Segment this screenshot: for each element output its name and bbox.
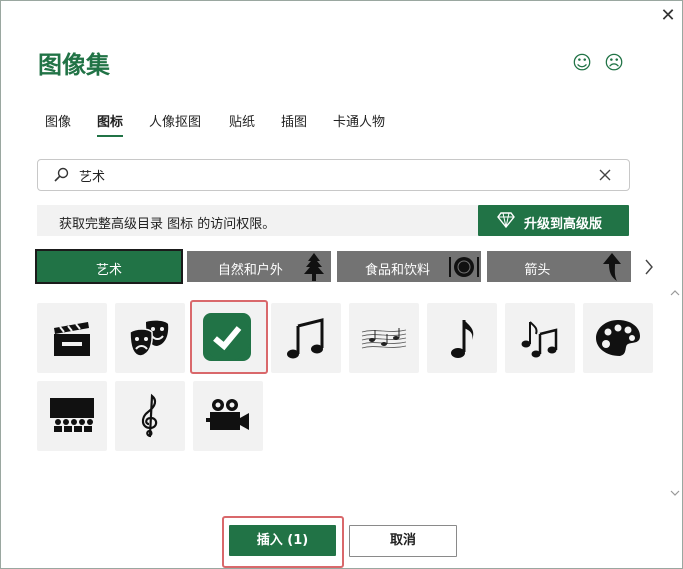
category-art[interactable]: 艺术 [35, 249, 183, 284]
tab-illustrations[interactable]: 插图 [281, 111, 307, 130]
search-input[interactable]: 艺术 [79, 166, 105, 185]
upgrade-label: 升级到高级版 [524, 217, 603, 232]
icon-tile[interactable] [193, 381, 263, 451]
plate-icon [449, 257, 479, 277]
category-label: 箭头 [524, 263, 551, 278]
dialog-title: 图像集 [38, 51, 110, 79]
eighth-note-icon [451, 320, 474, 358]
tab-stickers[interactable]: 贴纸 [229, 111, 255, 130]
cancel-button[interactable]: 取消 [349, 525, 457, 557]
category-food-drink[interactable]: 食品和饮料 [337, 251, 481, 282]
treble-clef-icon [141, 393, 158, 438]
icon-tile[interactable] [115, 381, 185, 451]
theater-audience-icon [50, 398, 94, 432]
category-nature-outdoors[interactable]: 自然和户外 [187, 251, 331, 282]
music-notes-small-icon [521, 321, 558, 358]
upgrade-button[interactable]: 升级到高级版 [478, 205, 629, 236]
insert-button[interactable]: 插入 (1) [229, 525, 336, 556]
sheet-music-icon [361, 328, 407, 349]
close-icon[interactable]: ✕ [658, 6, 678, 26]
icon-tile[interactable] [115, 303, 185, 373]
icon-tile[interactable] [349, 303, 419, 373]
search-box[interactable]: 艺术 [37, 159, 630, 191]
tree-icon [304, 253, 324, 281]
smile-icon[interactable]: ☺ [572, 53, 592, 73]
search-icon [54, 167, 69, 182]
movie-camera-icon [206, 399, 249, 430]
category-label: 艺术 [95, 263, 122, 278]
category-label: 食品和饮料 [364, 263, 430, 278]
icon-tile[interactable] [583, 303, 653, 373]
icon-tile[interactable] [37, 381, 107, 451]
tab-images[interactable]: 图像 [45, 111, 71, 130]
music-notes-icon [287, 318, 324, 359]
scroll-up-icon[interactable] [670, 289, 680, 297]
arrow-icon [603, 253, 621, 281]
tab-cartoon-people[interactable]: 卡通人物 [333, 111, 385, 130]
icon-tile-selected[interactable] [190, 300, 268, 374]
tab-cutout-people[interactable]: 人像抠图 [149, 111, 201, 130]
diamond-icon [497, 212, 515, 228]
frown-icon[interactable]: ☹ [604, 53, 624, 73]
scroll-down-icon[interactable] [670, 489, 680, 497]
tab-icons[interactable]: 图标 [97, 111, 124, 137]
icon-tile[interactable] [271, 303, 341, 373]
category-strip: 艺术 自然和户外 食品和饮料 箭头 [35, 249, 645, 285]
icon-tile[interactable] [37, 303, 107, 373]
clapperboard-icon [54, 322, 90, 356]
icon-tile[interactable] [427, 303, 497, 373]
theater-masks-icon [129, 320, 169, 357]
icon-dialog: ✕ 图像集 ☺ ☹ 图像 图标 人像抠图 贴纸 插图 卡通人物 艺术 获取完整高… [0, 0, 683, 569]
category-arrows[interactable]: 箭头 [487, 251, 631, 282]
banner-text: 获取完整高级目录 图标 的访问权限。 [59, 217, 276, 232]
palette-icon [596, 320, 640, 356]
category-label: 自然和户外 [217, 263, 283, 278]
icon-grid [37, 300, 657, 503]
close-icon[interactable] [596, 166, 614, 184]
checkmark-icon [203, 313, 251, 361]
chevron-right-icon[interactable] [641, 256, 657, 278]
icon-tile[interactable] [505, 303, 575, 373]
premium-banner: 获取完整高级目录 图标 的访问权限。 [37, 205, 478, 236]
